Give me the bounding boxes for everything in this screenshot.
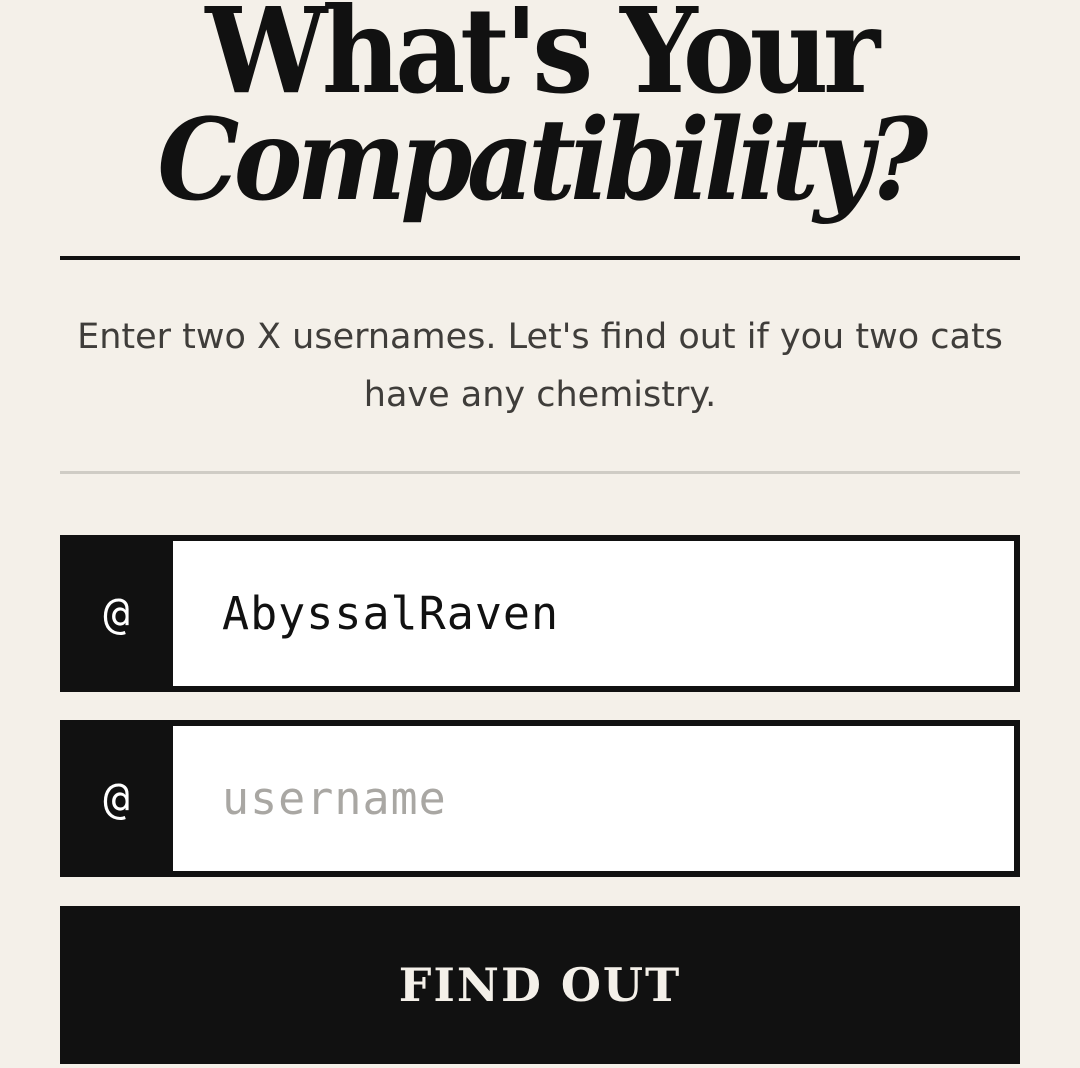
username-input-2[interactable] bbox=[173, 726, 1014, 871]
title-divider bbox=[60, 256, 1020, 260]
find-out-button[interactable]: FIND OUT bbox=[60, 906, 1020, 1064]
form-divider bbox=[60, 471, 1020, 474]
username-input-1[interactable] bbox=[173, 541, 1014, 686]
at-prefix-label: @ bbox=[103, 773, 130, 824]
username-field-2: @ bbox=[60, 720, 1020, 877]
intro-text: Enter two X usernames. Let's find out if… bbox=[77, 317, 1003, 415]
username-field-1: @ bbox=[60, 535, 1020, 692]
title-line-2: Compatibility? bbox=[157, 95, 928, 226]
at-prefix-label: @ bbox=[103, 588, 130, 639]
